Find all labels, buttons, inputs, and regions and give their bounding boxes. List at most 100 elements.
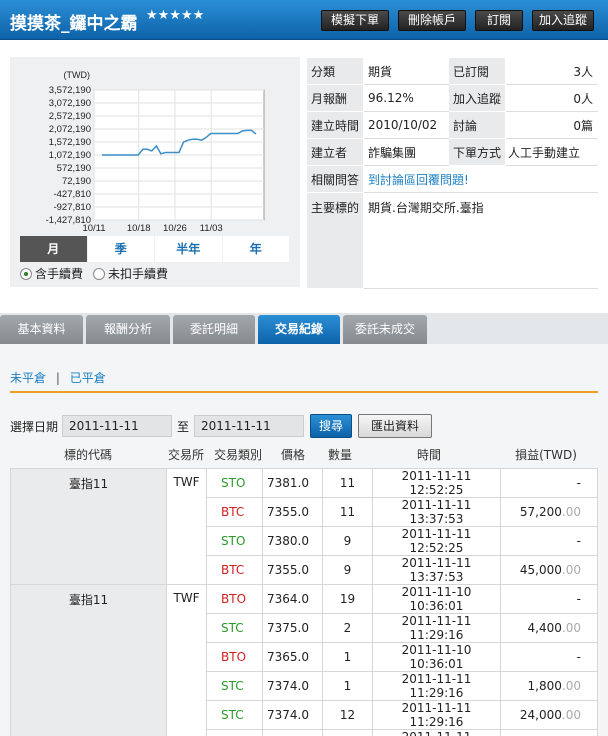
- pl-value: -: [576, 592, 581, 606]
- pl-cell: -: [500, 584, 598, 614]
- price-cell: 7381.0: [262, 468, 323, 498]
- pl-value: 45,000: [519, 563, 562, 577]
- radio-without-fee[interactable]: 未扣手續費: [93, 265, 168, 282]
- period-quarter[interactable]: 季: [87, 236, 155, 262]
- pl-decimal: .00: [561, 708, 581, 722]
- price-cell: 7374.0: [262, 700, 323, 730]
- y-tick-label: 2,072,190: [49, 124, 91, 135]
- subscribe-button[interactable]: 訂閱: [475, 10, 523, 31]
- time-cell: 2011-11-11 13:37:53: [372, 555, 501, 585]
- y-tick-label: 1,072,190: [49, 150, 91, 161]
- radio-unchecked-icon: [93, 268, 106, 280]
- simulate-order-button[interactable]: 模擬下單: [321, 10, 389, 31]
- period-half-year[interactable]: 半年: [155, 236, 223, 262]
- delete-account-button[interactable]: 刪除帳戶: [398, 10, 466, 31]
- qa-label: 相關問答: [306, 165, 364, 193]
- exchange-cell: TWF: [166, 468, 207, 585]
- qty-cell: 9: [322, 555, 373, 585]
- time-cell: 2011-11-11 12:52:25: [372, 468, 501, 498]
- follow-button[interactable]: 加入追蹤: [532, 10, 594, 31]
- date-to-input[interactable]: 2011-11-11: [194, 415, 305, 437]
- price-cell: 7355.0: [262, 497, 323, 527]
- type-cell: BTO: [206, 584, 263, 614]
- y-tick-label: 1,572,190: [49, 137, 91, 148]
- qty-cell: 2: [322, 613, 373, 643]
- y-tick-label: -927,810: [53, 202, 91, 213]
- time-cell: 2011-11-11 11:29:16: [372, 613, 501, 643]
- pl-value: 1,800: [527, 679, 562, 693]
- col-price: 價格: [280, 448, 305, 462]
- price-cell: 7365.0: [262, 642, 323, 672]
- subscribed-label: 已訂閱: [448, 57, 506, 85]
- pl-value: 57,200: [519, 505, 562, 519]
- type-cell: STC: [206, 700, 263, 730]
- tab-bar: 基本資料 報酬分析 委託明細 交易紀錄 委託未成交: [0, 313, 608, 344]
- tab-basic-info[interactable]: 基本資料: [0, 315, 83, 344]
- tab-unfilled-orders[interactable]: 委託未成交: [343, 315, 427, 344]
- export-button[interactable]: 匯出資料: [358, 414, 433, 438]
- period-year[interactable]: 年: [222, 236, 290, 262]
- pl-value: 24,000: [519, 708, 562, 722]
- period-month[interactable]: 月: [20, 236, 88, 262]
- rating-stars: ★★★★★: [146, 8, 205, 23]
- radio-with-fee[interactable]: 含手續費: [20, 265, 83, 282]
- y-tick-label: -427,810: [53, 189, 91, 200]
- pl-value: -: [576, 476, 581, 490]
- y-tick-label: 3,572,190: [49, 85, 91, 96]
- price-cell: 7374.0: [262, 671, 323, 701]
- table-row: 臺指11 TWF BTO 7364.0 19 2011-11-10 10:36:01-: [10, 584, 598, 736]
- creator-value: 詐騙集團: [363, 138, 449, 166]
- time-cell: 2011-11-11 11:29:16: [372, 671, 501, 701]
- tab-trade-records[interactable]: 交易紀錄: [258, 315, 340, 344]
- col-pl: 損益(TWD): [515, 448, 577, 462]
- pl-cell: 45,000.00: [500, 555, 598, 585]
- y-tick-label: 72,190: [62, 176, 91, 187]
- y-tick-label: 2,572,190: [49, 111, 91, 122]
- date-filter-bar: 選擇日期 2011-11-11 至 2011-11-11 搜尋 匯出資料: [10, 414, 433, 438]
- discuss-value: 0篇: [505, 111, 598, 139]
- time-cell: 2011-11-11 12:52:25: [372, 526, 501, 556]
- time-cell: 2011-11-11 11:29:16: [372, 700, 501, 730]
- strategy-title: 摸摸茶_鑼中之霸: [10, 14, 138, 34]
- order-method-label: 下單方式: [448, 138, 506, 166]
- tab-return-analysis[interactable]: 報酬分析: [86, 315, 170, 344]
- to-label: 至: [177, 419, 190, 434]
- x-tick-label: 11/03: [200, 223, 223, 234]
- trade-table-header: 標的代碼 交易所 交易類別 價格 數量 時間 損益(TWD): [10, 446, 598, 466]
- exchange-cell: TWF: [166, 584, 207, 736]
- follow-count-value: 0人: [505, 84, 598, 112]
- pl-decimal: .00: [561, 679, 581, 693]
- col-time: 時間: [416, 448, 441, 462]
- type-cell: STO: [206, 526, 263, 556]
- closed-positions-link[interactable]: 已平倉: [70, 371, 106, 385]
- date-from-input[interactable]: 2011-11-11: [62, 415, 173, 437]
- type-cell: STC: [206, 729, 263, 736]
- price-cell: 7355.0: [262, 555, 323, 585]
- monthly-return-label: 月報酬: [306, 84, 364, 112]
- strategy-info-table: 分類 期貨 已訂閱 3人 月報酬 96.12% 加入追蹤 0人 建立時間 201…: [306, 57, 598, 289]
- symbol-cell: 臺指11: [10, 584, 167, 736]
- trade-records-table: 臺指11 TWF STO 7381.0 11 2011-11-11 12:52:25- BT…: [10, 468, 598, 736]
- divider: [10, 391, 598, 393]
- pl-decimal: .00: [561, 505, 581, 519]
- tab-order-details[interactable]: 委託明細: [173, 315, 255, 344]
- col-qty: 數量: [327, 448, 352, 462]
- qa-link[interactable]: 到討論區回覆問題!: [363, 165, 598, 193]
- discuss-label: 討論: [448, 111, 506, 139]
- open-positions-link[interactable]: 未平倉: [10, 371, 46, 385]
- qty-cell: 9: [322, 526, 373, 556]
- period-selector: 月 季 半年 年: [20, 236, 290, 262]
- creator-label: 建立者: [306, 138, 364, 166]
- created-time-label: 建立時間: [306, 111, 364, 139]
- search-button[interactable]: 搜尋: [310, 414, 353, 438]
- x-tick-label: 10/26: [163, 223, 187, 234]
- y-tick-label: 3,072,190: [49, 98, 91, 109]
- col-exchange: 交易所: [167, 448, 204, 462]
- order-method-value: 人工手動建立: [505, 138, 598, 166]
- col-type: 交易類別: [213, 448, 262, 462]
- subscribed-value: 3人: [505, 57, 598, 85]
- pl-cell: -: [500, 526, 598, 556]
- type-cell: BTC: [206, 497, 263, 527]
- category-label: 分類: [306, 57, 364, 85]
- price-cell: 7375.0: [262, 613, 323, 643]
